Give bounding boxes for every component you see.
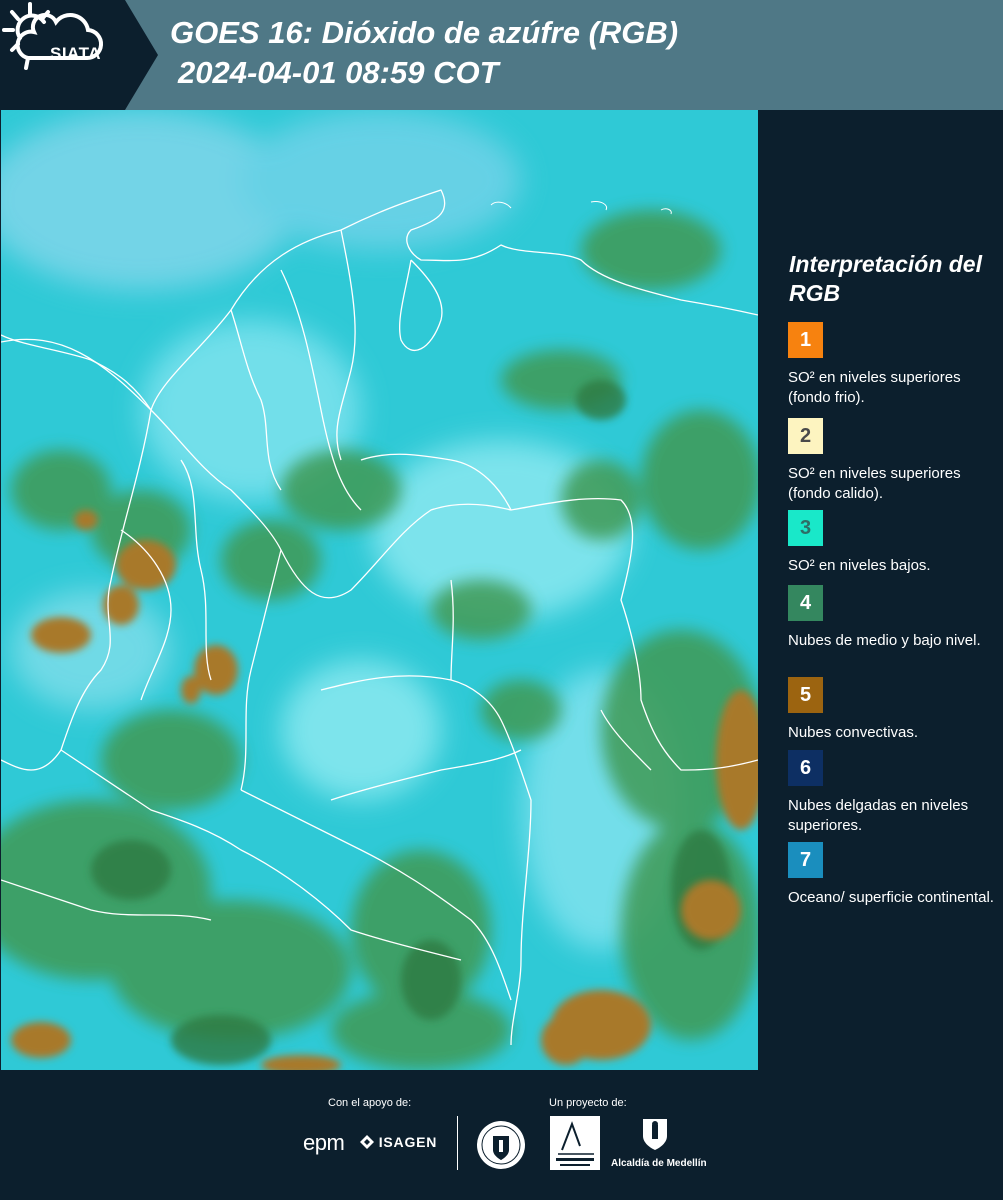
legend-swatch: 1 <box>788 322 823 358</box>
legend-label: SO² en niveles superiores (fondo calido)… <box>788 465 961 502</box>
sun-cloud-icon <box>2 2 104 70</box>
isagen-icon <box>360 1135 374 1149</box>
satellite-image <box>1 110 758 1070</box>
city-seal-icon <box>477 1121 525 1169</box>
alcaldia-label: Alcaldía de Medellín <box>611 1158 707 1169</box>
legend-label: SO² en niveles bajos. <box>788 557 931 574</box>
legend-item-4: 4 Nubes de medio y bajo nivel. <box>788 585 998 651</box>
footer-divider <box>457 1116 458 1170</box>
legend-swatch: 6 <box>788 750 823 786</box>
legend-panel: Interpretación del RGB 1 SO² en niveles … <box>760 110 1003 1070</box>
isagen-logo: ISAGEN <box>360 1134 437 1150</box>
page-timestamp: 2024-04-01 08:59 COT <box>178 55 499 90</box>
legend-item-6: 6 Nubes delgadas en niveles superiores. <box>788 750 998 836</box>
legend-item-3: 3 SO² en niveles bajos. <box>788 510 998 576</box>
area-metropolitana-logo <box>550 1116 600 1170</box>
page-title: GOES 16: Dióxido de azúfre (RGB) <box>170 15 679 50</box>
satellite-map <box>1 110 758 1070</box>
legend-swatch: 4 <box>788 585 823 621</box>
footer: Con el apoyo de: Un proyecto de: epm ISA… <box>0 1070 1003 1200</box>
legend-item-5: 5 Nubes convectivas. <box>788 677 998 743</box>
legend-label: Oceano/ superficie continental. <box>788 889 994 906</box>
legend-label: SO² en niveles superiores (fondo frio). <box>788 369 961 406</box>
legend-title: Interpretación del RGB <box>789 251 982 306</box>
legend-item-2: 2 SO² en niveles superiores (fondo calid… <box>788 418 998 504</box>
alcaldia-shield-icon <box>643 1119 667 1150</box>
logo-text: SIATA <box>50 44 101 63</box>
epm-logo: epm <box>303 1130 345 1155</box>
legend-swatch: 7 <box>788 842 823 878</box>
legend-swatch: 5 <box>788 677 823 713</box>
legend-swatch: 3 <box>788 510 823 546</box>
isagen-text: ISAGEN <box>378 1134 438 1150</box>
header: SIATA GOES 16: Dióxido de azúfre (RGB) 2… <box>0 0 1003 110</box>
legend-item-7: 7 Oceano/ superficie continental. <box>788 842 998 908</box>
support-label: Con el apoyo de: <box>328 1097 412 1109</box>
legend-swatch: 2 <box>788 418 823 454</box>
legend-label: Nubes de medio y bajo nivel. <box>788 632 981 649</box>
legend-label: Nubes delgadas en niveles superiores. <box>788 797 969 834</box>
project-label: Un proyecto de: <box>549 1097 627 1109</box>
siata-logo: SIATA <box>0 0 160 110</box>
legend-label: Nubes convectivas. <box>788 724 919 741</box>
legend-item-1: 1 SO² en niveles superiores (fondo frio)… <box>788 322 998 408</box>
